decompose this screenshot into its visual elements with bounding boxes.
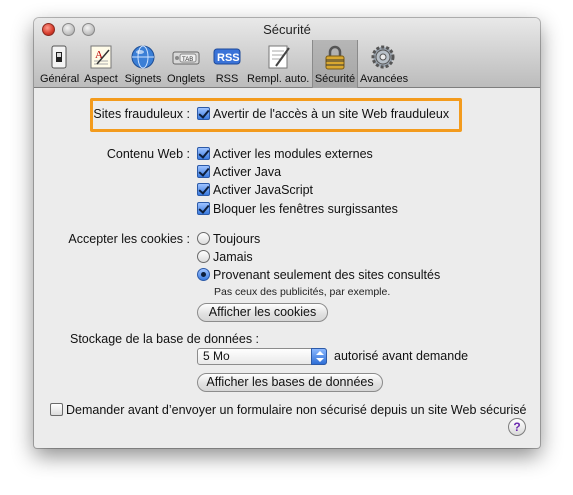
- enable-javascript-checkbox[interactable]: Activer JavaScript: [197, 183, 313, 197]
- help-button[interactable]: ?: [508, 418, 526, 436]
- radio[interactable]: [197, 250, 210, 263]
- tab-autofill-label: Rempl. auto.: [247, 73, 310, 85]
- enable-plugins-label: Activer les modules externes: [213, 147, 373, 161]
- block-popups-checkbox[interactable]: Bloquer les fenêtres surgissantes: [197, 202, 398, 216]
- tab-general-label: Général: [40, 73, 80, 85]
- checkbox[interactable]: [197, 165, 210, 178]
- cookies-hint: Pas ceux des publicités, par exemple.: [214, 286, 391, 298]
- cookies-always-label: Toujours: [213, 232, 261, 246]
- cookies-label: Accepter les cookies :: [68, 232, 190, 246]
- insecure-form-label: Demander avant d’envoyer un formulaire n…: [66, 403, 527, 417]
- tab-avancees[interactable]: Avancées: [360, 40, 409, 86]
- tab-signets-label: Signets: [124, 73, 162, 85]
- show-cookies-button[interactable]: Afficher les cookies: [197, 303, 328, 322]
- radio[interactable]: [197, 232, 210, 245]
- tab-rss-label: RSS: [215, 73, 239, 85]
- tab-autofill[interactable]: Rempl. auto.: [247, 40, 309, 86]
- select-arrows-icon: [311, 348, 327, 365]
- show-databases-button[interactable]: Afficher les bases de données: [197, 373, 383, 392]
- tab-signets[interactable]: Signets: [124, 40, 162, 86]
- cookies-never-radio[interactable]: Jamais: [197, 250, 253, 264]
- insecure-form-checkbox[interactable]: Demander avant d’envoyer un formulaire n…: [50, 403, 526, 417]
- enable-java-label: Activer Java: [213, 165, 282, 179]
- window-title: Sécurité: [263, 22, 311, 37]
- cookies-visited-only-label: Provenant seulement des sites consultés: [213, 268, 441, 282]
- tab-general[interactable]: Général: [40, 40, 80, 86]
- rss-badge-text: RSS: [217, 52, 240, 64]
- tab-onglets-label: Onglets: [167, 73, 205, 85]
- storage-label: Stockage de la base de données :: [70, 332, 260, 346]
- tab-avancees-label: Avancées: [360, 73, 409, 85]
- cookies-never-label: Jamais: [213, 250, 253, 264]
- enable-javascript-label: Activer JavaScript: [213, 183, 314, 197]
- checkbox[interactable]: [197, 202, 210, 215]
- font-icon: A: [87, 44, 115, 70]
- storage-suffix: autorisé avant demande: [334, 349, 469, 363]
- storage-size-select[interactable]: 5 Mo: [197, 348, 327, 365]
- content-label: Contenu Web :: [106, 147, 190, 161]
- toolbar: Sécurité Général A Aspect Signets TAB On…: [34, 18, 540, 88]
- tab-securite[interactable]: Sécurité: [312, 40, 358, 88]
- switch-icon: [45, 44, 73, 70]
- checkbox[interactable]: [197, 147, 210, 160]
- block-popups-label: Bloquer les fenêtres surgissantes: [213, 202, 398, 216]
- pen-icon: [264, 44, 292, 70]
- tab-rss[interactable]: RSS RSS: [210, 40, 244, 86]
- cookies-visited-only-radio[interactable]: Provenant seulement des sites consultés: [197, 268, 440, 282]
- tab-securite-label: Sécurité: [314, 73, 356, 85]
- gear-icon: [369, 44, 397, 70]
- fraud-warning-label: Avertir de l'accès à un site Web fraudul…: [213, 107, 450, 121]
- fraud-warning-checkbox[interactable]: Avertir de l'accès à un site Web fraudul…: [197, 107, 449, 121]
- checkbox[interactable]: [197, 107, 210, 120]
- preferences-pane: Sites frauduleux : Avertir de l'accès à …: [34, 89, 540, 448]
- preferences-window: Sécurité Général A Aspect Signets TAB On…: [34, 18, 540, 448]
- lock-icon: [321, 44, 349, 70]
- fraud-label: Sites frauduleux :: [93, 107, 190, 121]
- tab-aspect[interactable]: A Aspect: [82, 40, 120, 86]
- globe-icon: [129, 44, 157, 70]
- tab-aspect-label: Aspect: [84, 73, 118, 85]
- rss-icon: RSS: [213, 44, 241, 70]
- checkbox[interactable]: [50, 403, 63, 416]
- tab-onglets[interactable]: TAB Onglets: [166, 40, 206, 86]
- tab-icon-text: TAB: [182, 57, 193, 63]
- checkbox[interactable]: [197, 183, 210, 196]
- enable-plugins-checkbox[interactable]: Activer les modules externes: [197, 147, 373, 161]
- cookies-always-radio[interactable]: Toujours: [197, 232, 260, 246]
- storage-size-value: 5 Mo: [203, 349, 230, 363]
- radio[interactable]: [197, 268, 210, 281]
- enable-java-checkbox[interactable]: Activer Java: [197, 165, 281, 179]
- tab-icon: TAB: [172, 44, 200, 70]
